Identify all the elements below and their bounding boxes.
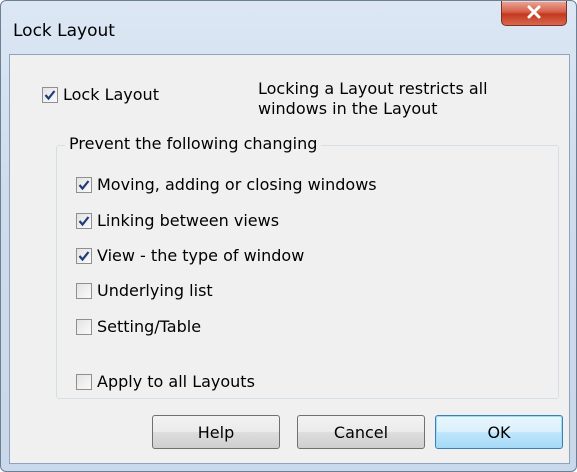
option-linking-checkbox[interactable]: Linking between views xyxy=(76,211,279,230)
option-setting-table-checkbox[interactable]: Setting/Table xyxy=(76,317,201,336)
checkmark-icon xyxy=(78,179,90,190)
checkmark-icon xyxy=(78,215,90,226)
option-underlying-list-box[interactable] xyxy=(76,282,92,299)
description-line-2: windows in the Layout xyxy=(258,99,438,118)
option-view-type-checkbox[interactable]: View - the type of window xyxy=(76,246,304,265)
option-underlying-list-label: Underlying list xyxy=(97,281,213,300)
apply-all-layouts-box[interactable] xyxy=(76,373,92,390)
option-moving-box[interactable] xyxy=(76,176,92,193)
option-view-type-label: View - the type of window xyxy=(97,246,305,265)
checkmark-icon xyxy=(78,250,90,261)
close-icon xyxy=(526,4,542,23)
lock-layout-label: Lock Layout xyxy=(63,85,159,104)
option-moving-checkbox[interactable]: Moving, adding or closing windows xyxy=(76,175,377,194)
checkmark-icon xyxy=(44,89,56,100)
ok-button[interactable]: OK xyxy=(435,415,563,449)
option-moving-label: Moving, adding or closing windows xyxy=(97,175,377,194)
option-setting-table-label: Setting/Table xyxy=(97,317,202,336)
lock-layout-checkbox-box[interactable] xyxy=(42,86,58,103)
lock-layout-dialog: Lock Layout Lock Layout Locking a Layout… xyxy=(0,0,577,472)
option-view-type-box[interactable] xyxy=(76,247,92,264)
option-setting-table-box[interactable] xyxy=(76,318,92,335)
lock-layout-checkbox[interactable]: Lock Layout xyxy=(42,85,159,104)
description-line-1: Locking a Layout restricts all xyxy=(258,79,488,98)
lock-layout-description: Locking a Layout restricts all windows i… xyxy=(258,79,518,119)
help-button[interactable]: Help xyxy=(152,415,280,449)
option-linking-label: Linking between views xyxy=(97,211,280,230)
option-underlying-list-checkbox[interactable]: Underlying list xyxy=(76,281,213,300)
close-button[interactable] xyxy=(501,1,567,26)
apply-all-layouts-label: Apply to all Layouts xyxy=(97,372,255,391)
cancel-button[interactable]: Cancel xyxy=(297,415,425,449)
prevent-changes-legend: Prevent the following changing xyxy=(65,134,322,153)
dialog-title: Lock Layout xyxy=(13,21,115,41)
option-linking-box[interactable] xyxy=(76,212,92,229)
apply-all-layouts-checkbox[interactable]: Apply to all Layouts xyxy=(76,372,255,391)
dialog-body: Lock Layout Locking a Layout restricts a… xyxy=(9,54,570,464)
